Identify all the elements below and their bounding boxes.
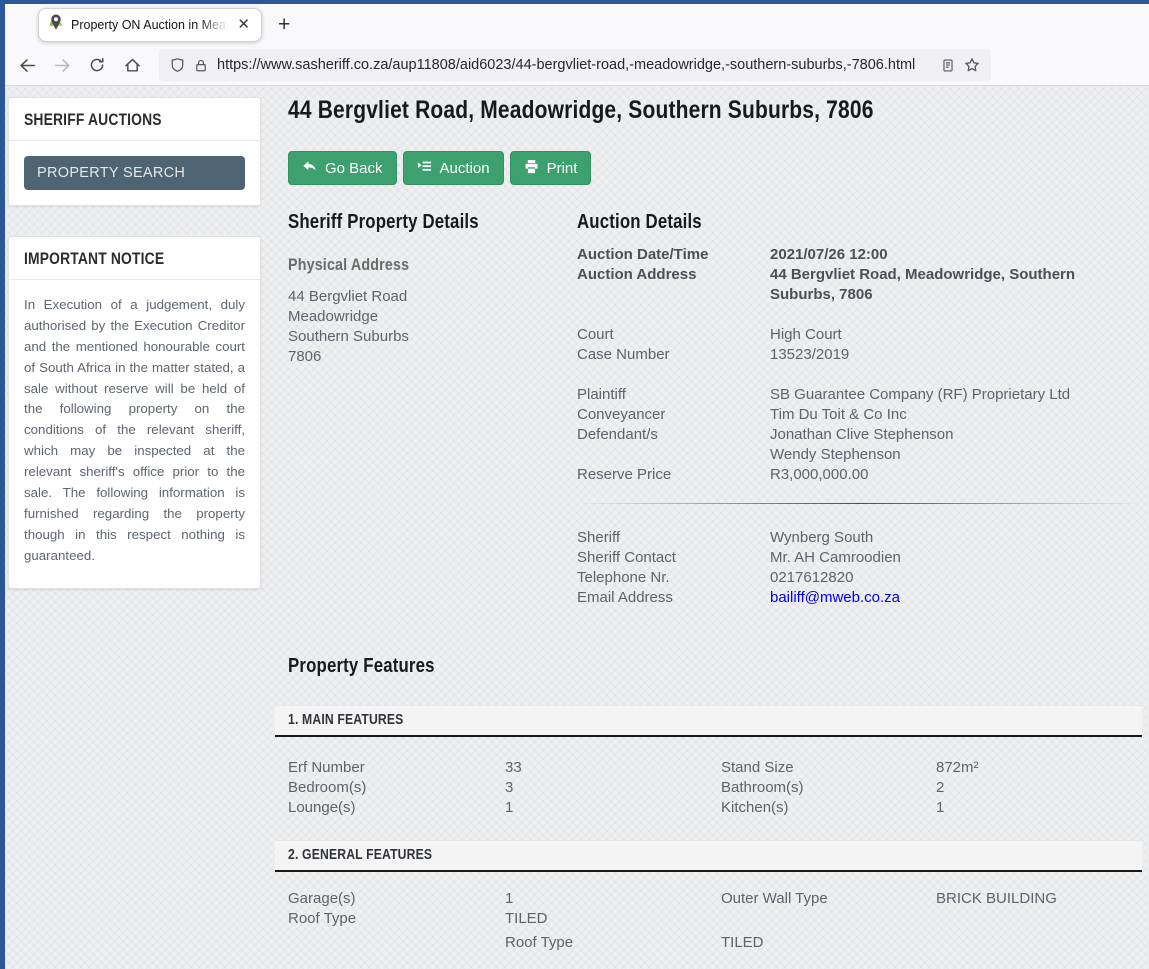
- feature-row: Roof Type TILED: [288, 933, 1142, 953]
- sheriff-auctions-card: SHERIFF AUCTIONS PROPERTY SEARCH: [8, 97, 261, 206]
- sheriff-auctions-header: SHERIFF AUCTIONS: [9, 98, 260, 141]
- browser-window: Property ON Auction in Meado ✕ + https:/…: [0, 0, 1149, 969]
- physical-address-heading: Physical Address: [288, 254, 577, 276]
- tab-title: Property ON Auction in Meado: [71, 18, 228, 32]
- defendant-row-2: Wendy Stephenson: [577, 445, 1142, 465]
- sidebar: SHERIFF AUCTIONS PROPERTY SEARCH IMPORTA…: [8, 97, 261, 619]
- bookmark-star-icon[interactable]: [964, 57, 980, 73]
- plaintiff-row: Plaintiff SB Guarantee Company (RF) Prop…: [577, 385, 1142, 405]
- defendant-row: Defendant/s Jonathan Clive Stephenson: [577, 425, 1142, 445]
- lock-icon[interactable]: [194, 58, 208, 73]
- tab-strip: Property ON Auction in Meado ✕ +: [5, 4, 1149, 45]
- case-number-row: Case Number 13523/2019: [577, 345, 1142, 365]
- address-line: Meadowridge: [288, 307, 577, 327]
- page-viewport: SHERIFF AUCTIONS PROPERTY SEARCH IMPORTA…: [5, 86, 1149, 969]
- new-tab-button[interactable]: +: [278, 13, 290, 37]
- url-text: https://www.sasheriff.co.za/aup11808/aid…: [217, 57, 932, 73]
- reply-arrow-icon: [302, 159, 317, 178]
- important-notice-card: IMPORTANT NOTICE In Execution of a judge…: [8, 236, 261, 589]
- go-back-button[interactable]: Go Back: [288, 151, 397, 185]
- reserve-price-row: Reserve Price R3,000,000.00: [577, 465, 1142, 485]
- general-features-bar: 2. GENERAL FEATURES: [275, 840, 1142, 872]
- sheriff-property-details: Sheriff Property Details Physical Addres…: [288, 210, 577, 608]
- forward-icon[interactable]: [46, 50, 78, 80]
- sheriff-auctions-title: SHERIFF AUCTIONS: [24, 111, 162, 130]
- page-title: 44 Bergvliet Road, Meadowridge, Southern…: [288, 95, 1142, 125]
- main-content: 44 Bergvliet Road, Meadowridge, Southern…: [288, 86, 1142, 953]
- address-line: 7806: [288, 347, 577, 367]
- auction-details: Auction Details Auction Date/Time 2021/0…: [577, 210, 1142, 608]
- main-features-bar: 1. MAIN FEATURES: [275, 705, 1142, 737]
- physical-address: 44 Bergvliet Road Meadowridge Southern S…: [288, 287, 577, 367]
- feature-row: Roof Type TILED: [288, 909, 1142, 929]
- site-favicon-icon: [48, 14, 64, 35]
- action-buttons: Go Back Auction Print: [288, 151, 1142, 185]
- feature-row: Garage(s) 1 Outer Wall Type BRICK BUILDI…: [288, 889, 1142, 909]
- print-button[interactable]: Print: [510, 151, 592, 185]
- address-line: 44 Bergvliet Road: [288, 287, 577, 307]
- sheriff-row: Sheriff Wynberg South: [577, 528, 1142, 548]
- home-icon[interactable]: [116, 50, 148, 80]
- property-features-heading: Property Features: [288, 654, 1142, 678]
- important-notice-header: IMPORTANT NOTICE: [9, 237, 260, 280]
- email-row: Email Address bailiff@mweb.co.za: [577, 588, 1142, 608]
- court-row: Court High Court: [577, 325, 1142, 345]
- auction-details-heading: Auction Details: [577, 210, 1142, 234]
- reader-mode-icon[interactable]: [941, 58, 955, 73]
- section-divider: [577, 503, 1142, 504]
- auction-address-row: Auction Address 44 Bergvliet Road, Meado…: [577, 265, 1142, 305]
- telephone-row: Telephone Nr. 0217612820: [577, 568, 1142, 588]
- auction-date-row: Auction Date/Time 2021/07/26 12:00: [577, 245, 1142, 265]
- shield-icon[interactable]: [170, 57, 185, 73]
- tab-close-icon[interactable]: ✕: [235, 15, 252, 34]
- feature-row: Erf Number 33 Stand Size 872m²: [288, 758, 1142, 778]
- conveyancer-row: Conveyancer Tim Du Toit & Co Inc: [577, 405, 1142, 425]
- url-bar[interactable]: https://www.sasheriff.co.za/aup11808/aid…: [159, 49, 991, 81]
- email-link[interactable]: bailiff@mweb.co.za: [770, 588, 1142, 608]
- back-icon[interactable]: [11, 50, 43, 80]
- property-details-heading: Sheriff Property Details: [288, 210, 577, 234]
- address-line: Southern Suburbs: [288, 327, 577, 347]
- auction-button[interactable]: Auction: [403, 151, 504, 185]
- browser-tab[interactable]: Property ON Auction in Meado ✕: [38, 8, 262, 42]
- list-icon: [417, 159, 432, 178]
- reload-icon[interactable]: [81, 50, 113, 80]
- printer-icon: [524, 159, 539, 178]
- important-notice-title: IMPORTANT NOTICE: [24, 250, 164, 269]
- feature-row: Lounge(s) 1 Kitchen(s) 1: [288, 798, 1142, 818]
- important-notice-text: In Execution of a judgement, duly author…: [9, 280, 260, 588]
- property-search-button[interactable]: PROPERTY SEARCH: [24, 156, 245, 190]
- feature-row: Bedroom(s) 3 Bathroom(s) 2: [288, 778, 1142, 798]
- details-columns: Sheriff Property Details Physical Addres…: [288, 210, 1142, 608]
- sheriff-contact-row: Sheriff Contact Mr. AH Camroodien: [577, 548, 1142, 568]
- browser-toolbar: https://www.sasheriff.co.za/aup11808/aid…: [5, 45, 1149, 86]
